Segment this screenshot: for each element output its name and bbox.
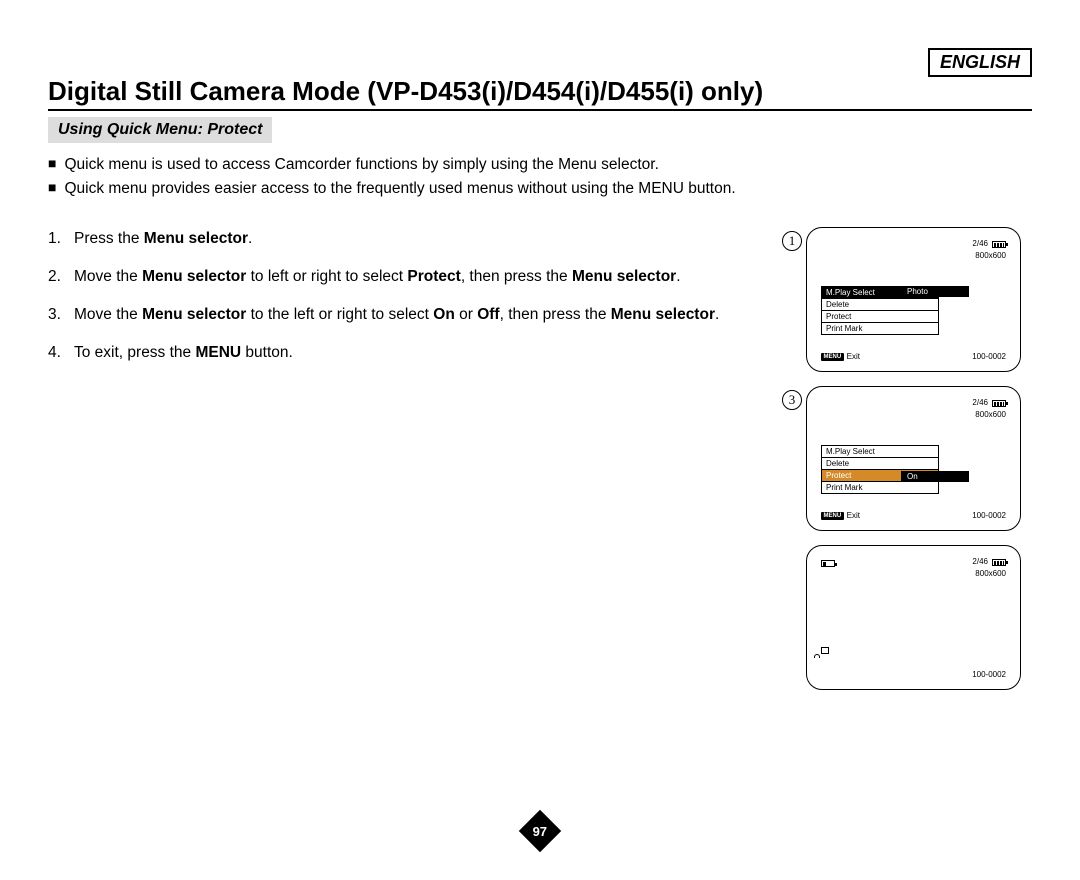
exit-hint: MENU Exit: [821, 352, 860, 361]
quick-menu-item: Print Mark: [822, 323, 938, 334]
emphasis: Menu selector: [144, 230, 248, 247]
figure-row: 3 2/46 800x600 M.Play SelectDeleteProtec…: [782, 386, 1032, 531]
memory-icon: [821, 560, 835, 567]
camera-screen-1: 2/46 800x600 M.Play SelectDeleteProtectP…: [806, 227, 1021, 372]
resolution-label: 800x600: [972, 250, 1006, 262]
step-text: Move the Menu selector to the left or ri…: [74, 303, 719, 327]
quick-menu-item: Delete: [822, 299, 938, 311]
protect-lock-icon: [821, 646, 831, 658]
battery-icon: [992, 559, 1006, 566]
step-item: 2. Move the Menu selector to left or righ…: [48, 265, 762, 289]
section-subheading: Using Quick Menu: Protect: [48, 117, 272, 143]
image-counter: 2/46: [972, 238, 988, 250]
quick-menu-item: Delete: [822, 458, 938, 470]
exit-hint: MENU Exit: [821, 511, 860, 520]
step-number: 3.: [48, 303, 66, 327]
bullet-icon: ■: [48, 153, 56, 177]
screen-status-top: 2/46 800x600: [972, 556, 1006, 580]
page-title: Digital Still Camera Mode (VP-D453(i)/D4…: [48, 76, 1032, 107]
steps-list: 1. Press the Menu selector. 2. Move the Men…: [48, 227, 762, 379]
screen-status-top: 2/46 800x600: [972, 397, 1006, 421]
quick-menu-item: Protect: [822, 311, 938, 323]
title-divider: [48, 109, 1032, 111]
emphasis: MENU: [195, 344, 241, 361]
quick-menu-value: On: [901, 471, 969, 482]
bullet-icon: ■: [48, 177, 56, 201]
step-text: Press the Menu selector.: [74, 227, 252, 251]
exit-label: Exit: [847, 511, 860, 520]
camera-screen-3: 2/46 800x600 M.Play SelectDeleteProtectP…: [806, 386, 1021, 531]
step-item: 1. Press the Menu selector.: [48, 227, 762, 251]
quick-menu-value: Photo: [901, 286, 969, 297]
step-number: 1.: [48, 227, 66, 251]
battery-icon: [992, 400, 1006, 407]
figure-label-3: 3: [782, 390, 802, 410]
image-counter: 2/46: [972, 397, 988, 409]
step-text: To exit, press the MENU button.: [74, 341, 293, 365]
figures-column: 1 2/46 800x600 M.Play SelectDeleteProtec…: [782, 227, 1032, 690]
step-number: 2.: [48, 265, 66, 289]
step-number: 4.: [48, 341, 66, 365]
manual-page: ENGLISH Digital Still Camera Mode (VP-D4…: [48, 48, 1032, 840]
page-number: 97: [533, 824, 547, 839]
emphasis: Menu selector: [611, 306, 715, 323]
intro-line: Quick menu provides easier access to the…: [64, 177, 735, 201]
resolution-label: 800x600: [972, 409, 1006, 421]
exit-label: Exit: [847, 352, 860, 361]
step-item: 4. To exit, press the MENU button.: [48, 341, 762, 365]
step-item: 3. Move the Menu selector to the left or …: [48, 303, 762, 327]
emphasis: On: [433, 306, 455, 323]
language-label: ENGLISH: [940, 52, 1020, 72]
image-counter: 2/46: [972, 556, 988, 568]
quick-menu-item: M.Play Select: [822, 446, 938, 458]
intro-block: ■ Quick menu is used to access Camcorder…: [48, 153, 1032, 201]
screen-status-top: 2/46 800x600: [972, 238, 1006, 262]
figure-label-1: 1: [782, 231, 802, 251]
emphasis: Menu selector: [142, 306, 246, 323]
quick-menu-list: M.Play SelectDeleteProtectPrint Mark: [821, 445, 939, 494]
quick-menu-item: Print Mark: [822, 482, 938, 493]
camera-screen-result: 2/46 800x600 100-0002: [806, 545, 1021, 690]
page-number-badge: 97: [519, 810, 561, 852]
menu-button-icon: MENU: [821, 512, 844, 520]
step-text: Move the Menu selector to left or right …: [74, 265, 681, 289]
emphasis: Protect: [407, 268, 460, 285]
intro-line: Quick menu is used to access Camcorder f…: [64, 153, 658, 177]
figure-row: 2/46 800x600 100-0002: [782, 545, 1032, 690]
menu-button-icon: MENU: [821, 353, 844, 361]
emphasis: Menu selector: [142, 268, 246, 285]
file-number: 100-0002: [972, 511, 1006, 520]
file-number: 100-0002: [972, 670, 1006, 679]
emphasis: Off: [477, 306, 499, 323]
emphasis: Menu selector: [572, 268, 676, 285]
page-footer: 97: [48, 816, 1032, 846]
figure-row: 1 2/46 800x600 M.Play SelectDeleteProtec…: [782, 227, 1032, 372]
file-number: 100-0002: [972, 352, 1006, 361]
resolution-label: 800x600: [972, 568, 1006, 580]
battery-icon: [992, 241, 1006, 248]
language-badge: ENGLISH: [928, 48, 1032, 77]
